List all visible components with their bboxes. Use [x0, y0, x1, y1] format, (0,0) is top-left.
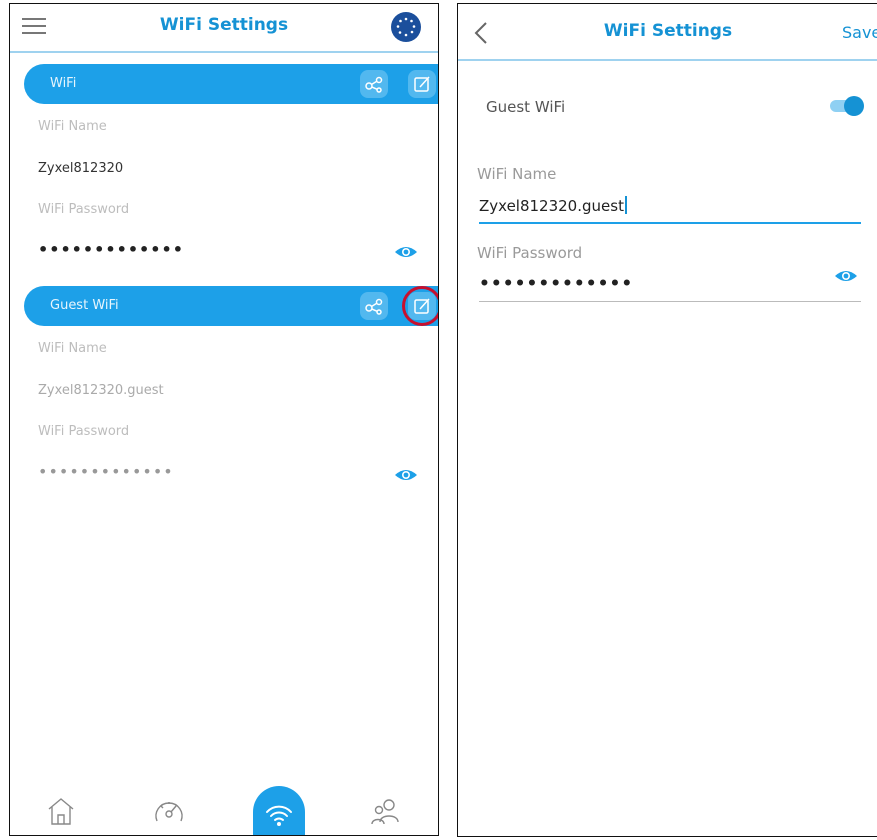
- wifi-name-input[interactable]: Zyxel812320.guest: [479, 196, 861, 224]
- guest-wifi-toggle[interactable]: [830, 96, 864, 116]
- wifi-icon: [266, 805, 292, 826]
- wifi-name-label: WiFi Name: [477, 165, 557, 183]
- wifi-nav-button[interactable]: [253, 786, 305, 835]
- app-header: WiFi Settings: [10, 4, 438, 53]
- guest-wifi-name-label: WiFi Name: [38, 341, 107, 356]
- page-title: WiFi Settings: [159, 15, 289, 35]
- edit-wifi-button[interactable]: [408, 70, 436, 98]
- edit-icon: [414, 298, 430, 314]
- show-password-icon[interactable]: [394, 467, 418, 483]
- page-title: WiFi Settings: [603, 21, 733, 41]
- show-password-icon[interactable]: [834, 268, 858, 284]
- guest-wifi-edit-screen: WiFi Settings Save Guest WiFi WiFi Name …: [457, 3, 877, 837]
- share-button[interactable]: [360, 70, 388, 98]
- guest-wifi-password-value: •••••••••••••: [38, 462, 174, 481]
- wifi-password-input[interactable]: •••••••••••••: [479, 274, 861, 302]
- section-title: WiFi: [50, 76, 77, 91]
- share-icon: [365, 298, 383, 315]
- wifi-password-label: WiFi Password: [477, 244, 583, 262]
- globe-icon[interactable]: [391, 12, 421, 42]
- share-button[interactable]: [360, 292, 388, 320]
- edit-guest-wifi-button[interactable]: [408, 292, 436, 320]
- users-icon[interactable]: [368, 794, 402, 828]
- wifi-password-value: •••••••••••••: [479, 274, 634, 294]
- text-cursor: [624, 196, 627, 214]
- guest-wifi-section-header: Guest WiFi: [24, 286, 438, 326]
- app-header: WiFi Settings Save: [458, 4, 877, 61]
- wifi-password-label: WiFi Password: [38, 202, 130, 217]
- save-button[interactable]: Save: [842, 23, 877, 42]
- wifi-name-value: Zyxel812320: [38, 161, 124, 176]
- show-password-icon[interactable]: [394, 244, 418, 260]
- section-title: Guest WiFi: [50, 298, 119, 313]
- share-icon: [365, 76, 383, 93]
- speedometer-icon[interactable]: [152, 794, 186, 828]
- wifi-name-label: WiFi Name: [38, 119, 107, 134]
- home-icon[interactable]: [44, 794, 78, 828]
- edit-icon: [414, 76, 430, 92]
- wifi-settings-screen: WiFi Settings WiFi WiFi Name Zyxel812320…: [9, 3, 439, 836]
- wifi-section-header: WiFi: [24, 64, 438, 104]
- guest-wifi-label: Guest WiFi: [486, 98, 566, 116]
- guest-wifi-name-value: Zyxel812320.guest: [38, 383, 164, 398]
- wifi-name-value: Zyxel812320.guest: [479, 197, 624, 215]
- wifi-password-value: •••••••••••••: [38, 240, 184, 259]
- guest-wifi-password-label: WiFi Password: [38, 424, 130, 439]
